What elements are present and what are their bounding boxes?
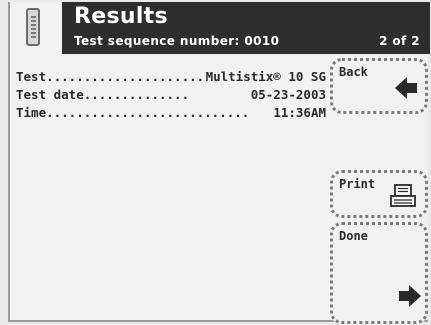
detail-label: Time (16, 105, 47, 120)
leader-dots: ..................... (46, 69, 205, 84)
test-strip-device-icon (26, 8, 40, 46)
detail-label: Test date (16, 87, 84, 102)
print-button-label: Print (339, 177, 376, 191)
leader-dots: ........................... (46, 105, 250, 120)
back-button[interactable]: Back (330, 58, 428, 114)
header-bar: Results Test sequence number: 0010 2 of … (10, 2, 430, 54)
detail-label: Test (16, 69, 47, 84)
results-details: Test..................... Multistix® 10 … (16, 68, 326, 122)
leader-dots: .............. (83, 87, 190, 102)
detail-value: 05-23-2003 (250, 87, 326, 102)
header-icon-tab (10, 2, 82, 54)
page-title: Results (74, 4, 168, 29)
done-button-label: Done (339, 229, 368, 243)
done-button[interactable]: Done (330, 222, 428, 324)
results-screen: Results Test sequence number: 0010 2 of … (8, 2, 430, 324)
detail-row-test: Test..................... Multistix® 10 … (16, 68, 326, 86)
page-indicator: 2 of 2 (379, 34, 420, 48)
detail-row-time: Time........................... 11:36AM (16, 104, 326, 122)
printer-icon (390, 184, 416, 207)
print-button[interactable]: Print (330, 170, 428, 218)
arrow-left-icon (395, 77, 417, 99)
detail-row-test-date: Test date.............. 05-23-2003 (16, 86, 326, 104)
test-sequence-number: Test sequence number: 0010 (74, 34, 280, 48)
arrow-right-icon (399, 285, 421, 307)
detail-value: 11:36AM (273, 105, 326, 120)
detail-value: Multistix® 10 SG (205, 69, 326, 84)
back-button-label: Back (339, 65, 368, 79)
